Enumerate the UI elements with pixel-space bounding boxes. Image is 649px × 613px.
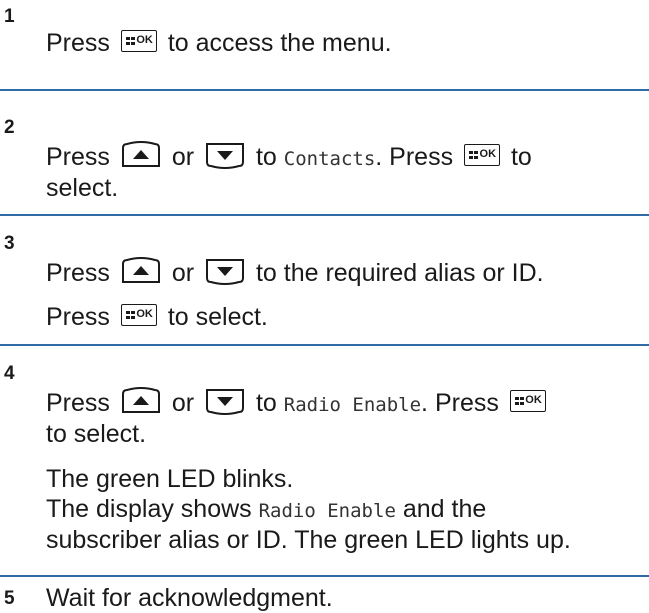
step-4-line-3: The green LED blinks. [46,464,293,494]
step-1-line-1: Press OK to access the menu. [46,28,392,58]
step-text: or [171,259,195,287]
step-text: Wait for acknowledgment. [46,584,333,612]
ok-key-label: OK [136,34,153,47]
step-text: to access the menu. [167,29,392,57]
up-arrow-key-icon [120,387,162,415]
step-number: 2 [4,117,15,138]
down-arrow-key-icon [204,257,246,286]
menu-ok-key-icon: OK [120,304,157,327]
step-text: to select. [46,420,147,448]
menu-ok-key-icon: OK [509,390,546,413]
step-4-line-5: subscriber alias or ID. The green LED li… [46,525,571,555]
up-arrow-key-icon [120,141,162,169]
step-text: Press [46,143,110,171]
step-number: 5 [4,588,15,609]
step-4-line-2: to select. [46,419,146,449]
step-text: to [255,389,277,417]
step-number: 4 [4,363,15,384]
step-text: to the required alias or ID. [255,259,544,287]
ok-key-label: OK [136,308,153,321]
step-text: to select. [167,303,268,331]
step-5-line-1: Wait for acknowledgment. [46,583,333,613]
down-arrow-key-icon [204,141,246,170]
step-4-line-4: The display shows Radio Enable and the [46,494,486,526]
menu-ok-key-icon: OK [120,30,157,53]
display-text: Radio Enable [258,500,396,522]
step-text: Press [46,29,110,57]
step-2-line-2: select. [46,173,118,203]
step-text: or [171,389,195,417]
step-divider [0,344,649,346]
up-arrow-key-icon [120,257,162,285]
menu-ok-key-icon: OK [464,144,501,167]
step-text: . Press [375,143,454,171]
step-text: Press [46,303,110,331]
step-text: to [255,143,277,171]
step-text: subscriber alias or ID. The green LED li… [46,526,571,554]
step-text: and the [402,495,487,523]
step-divider [0,575,649,577]
procedure-page: 1 Press OK to access the menu. 2 Press o… [0,0,649,613]
menu-item-name: Contacts [283,148,376,170]
step-divider [0,89,649,91]
step-number: 1 [4,6,15,27]
step-text: The green LED blinks. [46,465,294,493]
step-number: 3 [4,233,15,254]
step-text: to [510,143,532,171]
step-text: . Press [421,389,499,417]
ok-key-label: OK [525,394,542,407]
step-text: Press [46,259,110,287]
step-text: or [171,143,195,171]
step-3-line-2: Press OK to select. [46,302,268,332]
step-divider [0,214,649,216]
step-text: select. [46,174,119,202]
menu-item-name: Radio Enable [283,394,422,416]
down-arrow-key-icon [204,387,246,416]
step-4-line-1: Press or to Radio Enable. Press OK [46,387,546,420]
step-text: The display shows [46,495,252,523]
step-2-line-1: Press or to Contacts. Press OK to [46,141,532,174]
step-text: Press [46,389,110,417]
ok-key-label: OK [479,148,497,161]
step-3-line-1: Press or to the required alias or ID. [46,257,544,288]
